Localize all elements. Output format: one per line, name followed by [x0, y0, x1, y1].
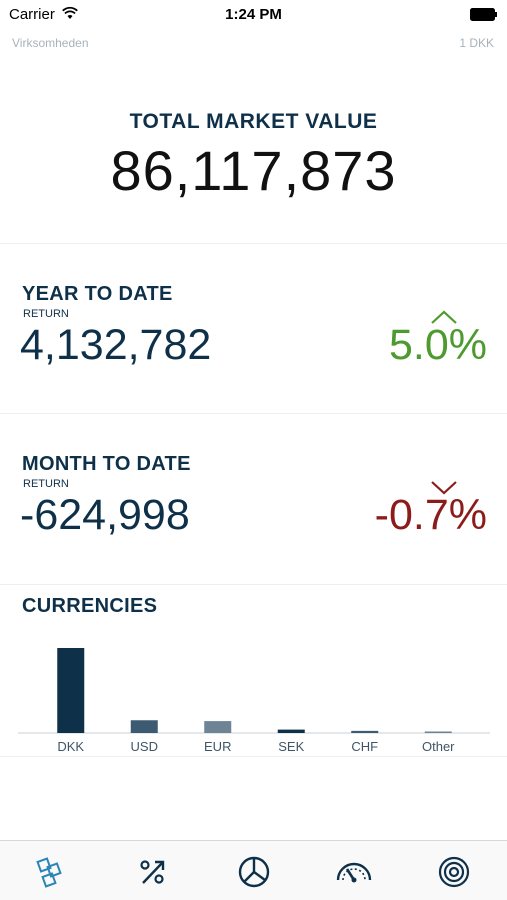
mtd-percent: -0.7%	[374, 491, 487, 539]
bar-sek	[277, 729, 305, 733]
gauge-icon[interactable]	[336, 854, 372, 890]
battery-icon	[470, 8, 497, 21]
bar-eur	[204, 721, 232, 733]
total-market-value: 86,117,873	[110, 139, 397, 202]
currencies-title: CURRENCIES	[22, 595, 158, 617]
target-icon[interactable]	[436, 854, 472, 890]
divider	[0, 413, 507, 414]
header-row: Virksomheden 1 DKK	[0, 34, 507, 52]
total-market-value-card: TOTAL MARKET VALUE 86,117,873	[0, 100, 507, 240]
status-time: 1:24 PM	[225, 6, 282, 23]
divider	[0, 243, 507, 244]
portfolio-icon[interactable]	[34, 854, 70, 890]
company-selector[interactable]: Virksomheden	[12, 36, 89, 50]
bar-dkk	[57, 648, 85, 733]
tick-label-sek: SEK	[278, 739, 304, 754]
tick-label-usd: USD	[131, 739, 158, 754]
tick-label-other: Other	[422, 739, 455, 754]
ytd-amount: 4,132,782	[20, 321, 212, 369]
currency-unit-selector[interactable]: 1 DKK	[459, 36, 494, 50]
mtd-title: MONTH TO DATE	[22, 453, 191, 475]
total-market-value-label: TOTAL MARKET VALUE	[129, 110, 378, 133]
tick-label-dkk: DKK	[57, 739, 84, 754]
ytd-title: YEAR TO DATE	[22, 283, 173, 305]
bar-other	[424, 731, 452, 733]
ytd-subtitle: RETURN	[23, 308, 69, 320]
mtd-amount: -624,998	[20, 491, 190, 539]
tick-label-chf: CHF	[351, 739, 378, 754]
return-icon[interactable]	[135, 854, 171, 890]
status-bar: Carrier 1:24 PM	[0, 0, 507, 28]
pie-chart-icon[interactable]	[236, 854, 272, 890]
divider	[0, 584, 507, 585]
bar-usd	[130, 720, 158, 733]
divider	[0, 756, 507, 757]
year-to-date-card[interactable]: YEAR TO DATE RETURN 4,132,782 5.0%	[0, 283, 507, 453]
bar-chf	[351, 730, 379, 733]
currencies-card[interactable]: CURRENCIES DKK USD EUR SEK CHF Other	[0, 595, 507, 760]
currencies-bar-chart: DKK USD EUR SEK CHF Other	[18, 648, 490, 754]
tab-bar	[0, 840, 507, 900]
tick-label-eur: EUR	[204, 739, 231, 754]
mtd-subtitle: RETURN	[23, 478, 69, 490]
ytd-percent: 5.0%	[388, 321, 487, 369]
